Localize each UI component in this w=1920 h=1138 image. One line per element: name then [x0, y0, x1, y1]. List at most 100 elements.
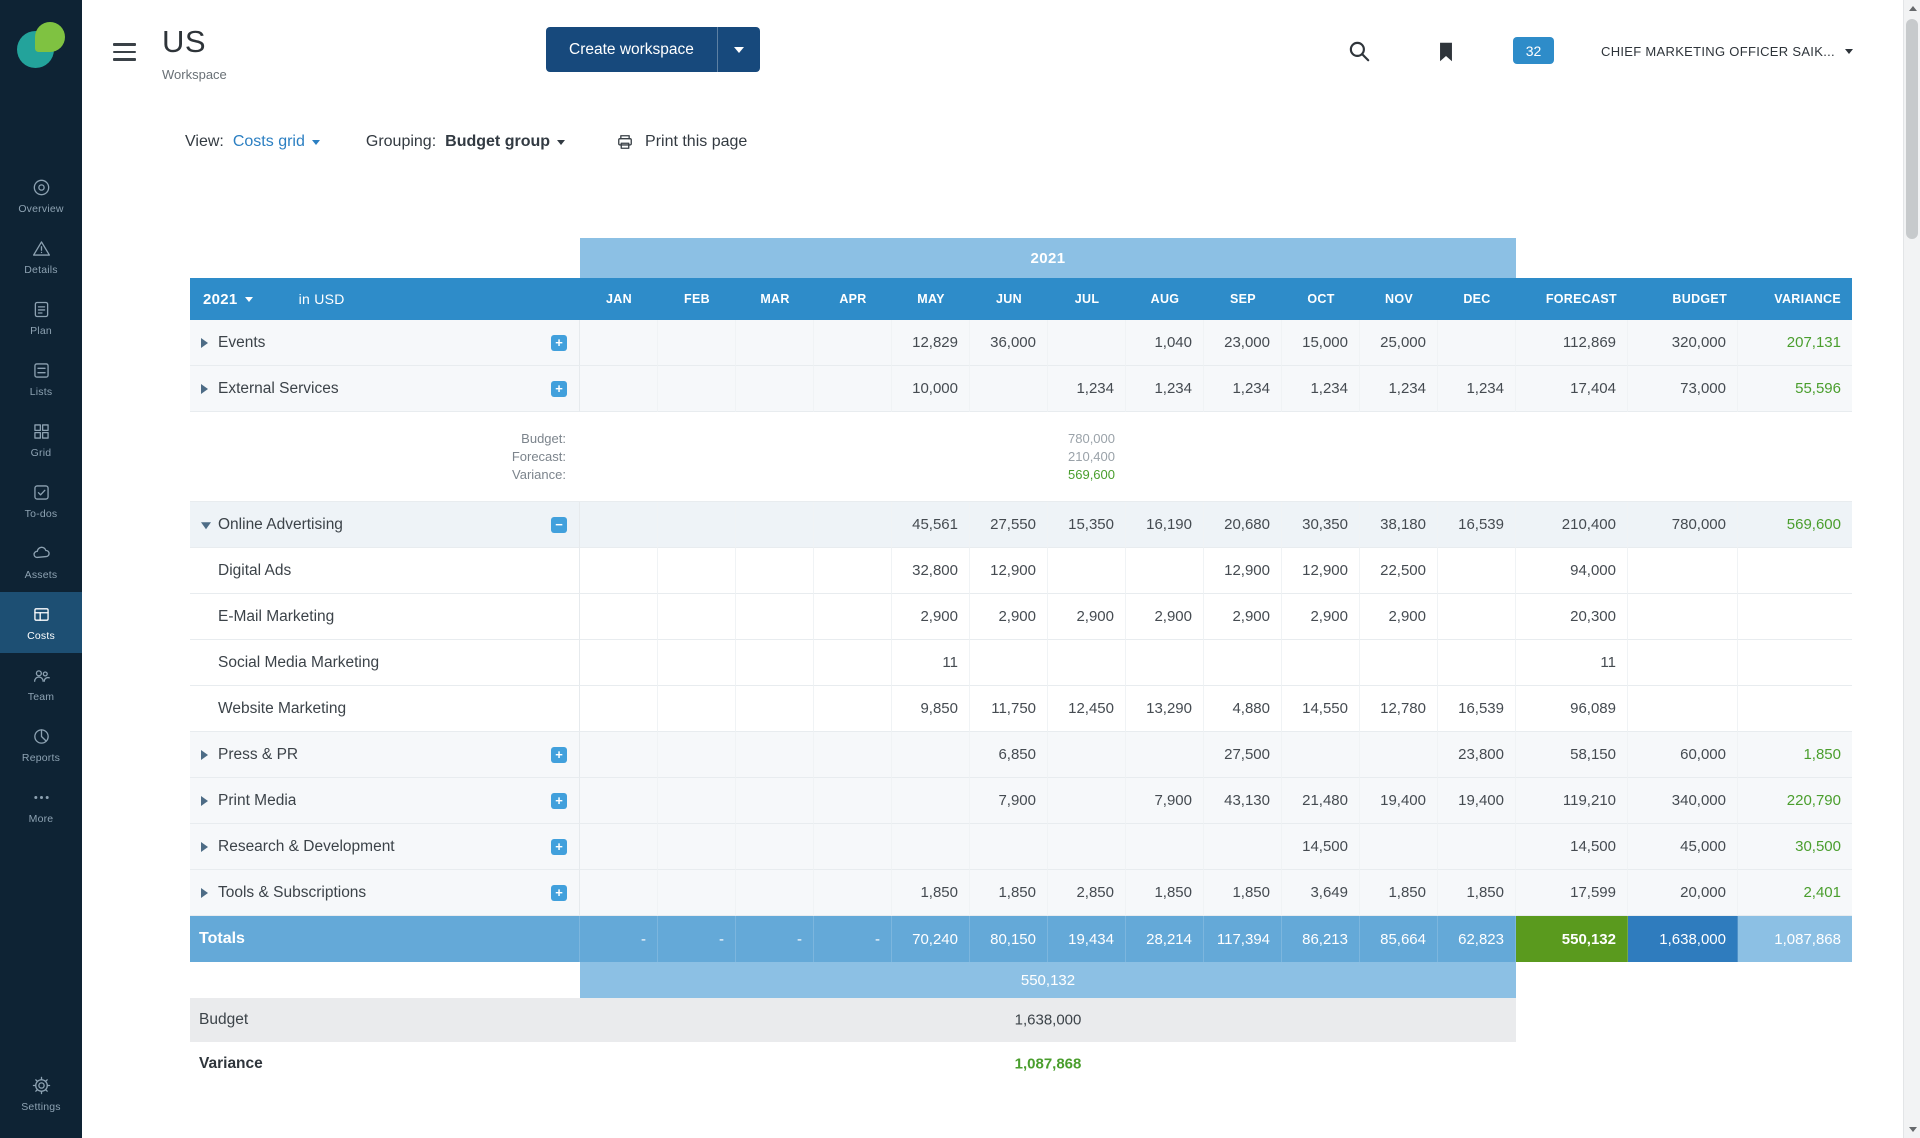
- cell-nov[interactable]: 1,850: [1360, 870, 1438, 916]
- cell-forecast[interactable]: 96,089: [1516, 686, 1628, 732]
- cell-jan[interactable]: [580, 870, 658, 916]
- cell-nov[interactable]: 1,234: [1360, 366, 1438, 412]
- cell-dec[interactable]: [1438, 824, 1516, 870]
- cell-nov[interactable]: 2,900: [1360, 594, 1438, 640]
- expand-row-icon[interactable]: [201, 842, 208, 852]
- cell-may[interactable]: [892, 778, 970, 824]
- bookmark-icon[interactable]: [1433, 39, 1459, 65]
- cell-forecast[interactable]: 14,500: [1516, 824, 1628, 870]
- page-scrollbar[interactable]: [1903, 0, 1920, 1138]
- cell-may[interactable]: 1,850: [892, 870, 970, 916]
- cell-feb[interactable]: [658, 502, 736, 548]
- cell-forecast[interactable]: 11: [1516, 640, 1628, 686]
- cell-feb[interactable]: [658, 548, 736, 594]
- cell-nov[interactable]: 12,780: [1360, 686, 1438, 732]
- cell-budget[interactable]: 780,000: [1628, 502, 1738, 548]
- cell-aug[interactable]: [1126, 824, 1204, 870]
- row-label-cell[interactable]: External Services+: [190, 366, 580, 412]
- view-selector[interactable]: Costs grid: [233, 133, 320, 151]
- cell-variance[interactable]: 220,790: [1738, 778, 1852, 824]
- row-label-cell[interactable]: Online Advertising−: [190, 502, 580, 548]
- cell-dec[interactable]: 1,850: [1438, 870, 1516, 916]
- row-label-cell[interactable]: E-Mail Marketing: [190, 594, 580, 640]
- cell-oct[interactable]: 14,500: [1282, 824, 1360, 870]
- cell-variance[interactable]: 1,850: [1738, 732, 1852, 778]
- year-selector[interactable]: 2021: [203, 291, 253, 308]
- cell-apr[interactable]: [814, 502, 892, 548]
- create-workspace-dropdown[interactable]: [718, 27, 760, 72]
- cell-feb[interactable]: [658, 320, 736, 366]
- cell-may[interactable]: [892, 824, 970, 870]
- cell-jul[interactable]: 12,450: [1048, 686, 1126, 732]
- add-item-icon[interactable]: +: [551, 839, 567, 855]
- cell-sep[interactable]: 12,900: [1204, 548, 1282, 594]
- scroll-down-button[interactable]: [1904, 1121, 1920, 1138]
- cell-jun[interactable]: 36,000: [970, 320, 1048, 366]
- cell-dec[interactable]: 1,234: [1438, 366, 1516, 412]
- cell-aug[interactable]: [1126, 732, 1204, 778]
- cell-jun[interactable]: 2,900: [970, 594, 1048, 640]
- cell-jan[interactable]: [580, 548, 658, 594]
- cell-may[interactable]: [892, 732, 970, 778]
- cell-jan[interactable]: [580, 824, 658, 870]
- cell-apr[interactable]: [814, 732, 892, 778]
- cell-apr[interactable]: [814, 870, 892, 916]
- cell-jul[interactable]: [1048, 640, 1126, 686]
- cell-nov[interactable]: [1360, 732, 1438, 778]
- cell-feb[interactable]: [658, 366, 736, 412]
- cell-forecast[interactable]: 20,300: [1516, 594, 1628, 640]
- row-label-cell[interactable]: Website Marketing: [190, 686, 580, 732]
- cell-apr[interactable]: [814, 686, 892, 732]
- cell-budget[interactable]: [1628, 548, 1738, 594]
- row-label-cell[interactable]: Events+: [190, 320, 580, 366]
- cell-variance[interactable]: 55,596: [1738, 366, 1852, 412]
- cell-mar[interactable]: [736, 732, 814, 778]
- cell-jun[interactable]: [970, 640, 1048, 686]
- print-button[interactable]: Print this page: [615, 132, 747, 152]
- sidebar-item-todos[interactable]: To-dos: [0, 470, 82, 531]
- cell-sep[interactable]: 1,850: [1204, 870, 1282, 916]
- cell-jul[interactable]: [1048, 778, 1126, 824]
- cell-aug[interactable]: 1,234: [1126, 366, 1204, 412]
- cell-aug[interactable]: [1126, 640, 1204, 686]
- cell-jul[interactable]: [1048, 732, 1126, 778]
- add-item-icon[interactable]: +: [551, 747, 567, 763]
- cell-aug[interactable]: [1126, 548, 1204, 594]
- row-label-cell[interactable]: Research & Development+: [190, 824, 580, 870]
- add-item-icon[interactable]: +: [551, 335, 567, 351]
- cell-jan[interactable]: [580, 502, 658, 548]
- row-label-cell[interactable]: Social Media Marketing: [190, 640, 580, 686]
- cell-apr[interactable]: [814, 320, 892, 366]
- cell-mar[interactable]: [736, 366, 814, 412]
- cell-budget[interactable]: 20,000: [1628, 870, 1738, 916]
- cell-jul[interactable]: 15,350: [1048, 502, 1126, 548]
- cell-variance[interactable]: 30,500: [1738, 824, 1852, 870]
- cell-feb[interactable]: [658, 640, 736, 686]
- cell-oct[interactable]: 1,234: [1282, 366, 1360, 412]
- cell-sep[interactable]: 23,000: [1204, 320, 1282, 366]
- cell-sep[interactable]: 2,900: [1204, 594, 1282, 640]
- sidebar-item-costs[interactable]: Costs: [0, 592, 82, 653]
- cell-mar[interactable]: [736, 320, 814, 366]
- cell-may[interactable]: 32,800: [892, 548, 970, 594]
- cell-jun[interactable]: 12,900: [970, 548, 1048, 594]
- cell-variance[interactable]: [1738, 640, 1852, 686]
- cell-oct[interactable]: 12,900: [1282, 548, 1360, 594]
- cell-oct[interactable]: [1282, 732, 1360, 778]
- cell-mar[interactable]: [736, 594, 814, 640]
- cell-sep[interactable]: 27,500: [1204, 732, 1282, 778]
- cell-oct[interactable]: 30,350: [1282, 502, 1360, 548]
- grouping-selector[interactable]: Budget group: [445, 133, 565, 151]
- cell-forecast[interactable]: 94,000: [1516, 548, 1628, 594]
- cell-budget[interactable]: [1628, 640, 1738, 686]
- sidebar-item-more[interactable]: More: [0, 775, 82, 836]
- collapse-group-icon[interactable]: −: [551, 517, 567, 533]
- cell-sep[interactable]: 1,234: [1204, 366, 1282, 412]
- cell-jun[interactable]: [970, 824, 1048, 870]
- cell-mar[interactable]: [736, 778, 814, 824]
- cell-feb[interactable]: [658, 778, 736, 824]
- cell-jan[interactable]: [580, 594, 658, 640]
- cell-may[interactable]: 11: [892, 640, 970, 686]
- cell-budget[interactable]: 320,000: [1628, 320, 1738, 366]
- cell-jun[interactable]: 11,750: [970, 686, 1048, 732]
